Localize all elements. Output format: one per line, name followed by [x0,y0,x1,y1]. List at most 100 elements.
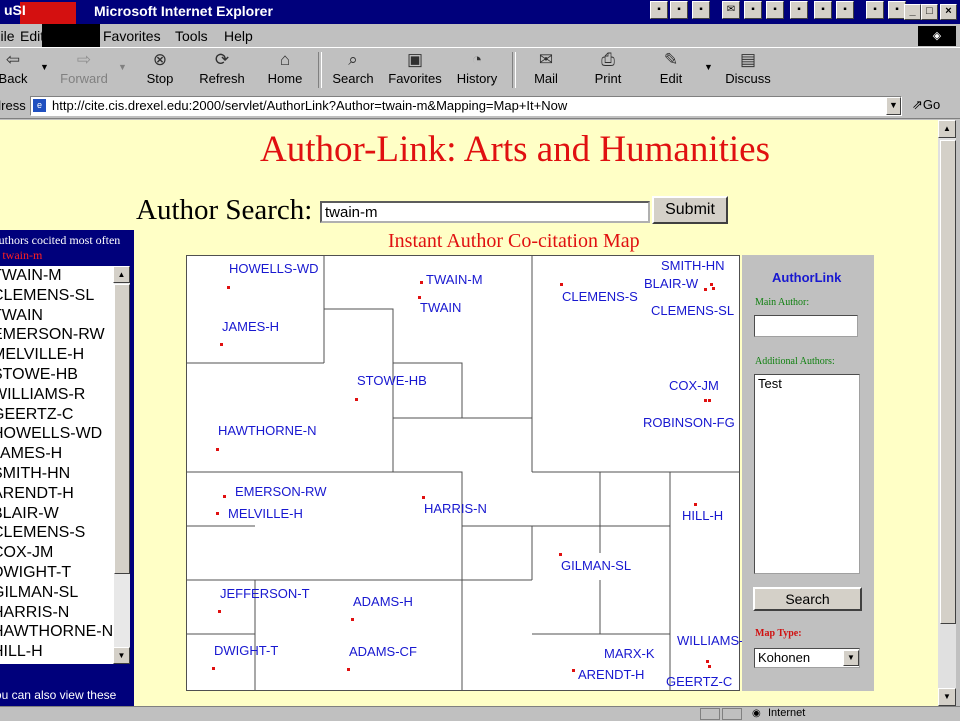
list-item[interactable]: TWAIN [0,306,114,326]
list-item[interactable]: TWAIN-M [0,266,114,286]
mail-tray-icon[interactable]: ✉ [722,1,740,19]
edit-button[interactable]: ✎ Edit [652,49,690,91]
map-node-label[interactable]: EMERSON-RW [235,484,326,499]
menu-help[interactable]: Help [224,28,253,44]
list-scroll-thumb[interactable] [114,284,130,574]
list-item[interactable]: BLAIR-W [0,504,114,524]
tray-icon[interactable]: ▪ [814,1,832,19]
print-button[interactable]: ⎙ Print [588,49,628,91]
maximize-button[interactable]: □ [921,4,938,20]
address-url[interactable]: http://cite.cis.drexel.edu:2000/servlet/… [52,98,567,113]
map-node-label[interactable]: BLAIR-W [644,276,698,291]
menu-edit[interactable]: Edit [20,28,44,44]
list-item[interactable]: HARRIS-N [0,603,114,623]
list-item[interactable]: DWIGHT-T [0,563,114,583]
additional-authors-textarea[interactable]: Test [754,374,860,574]
map-node-label[interactable]: SMITH-HN [661,258,725,273]
map-node-label[interactable]: DWIGHT-T [214,643,278,658]
search-button[interactable]: ⌕ Search [328,49,378,91]
list-item[interactable]: STOWE-HB [0,365,114,385]
stop-button[interactable]: ⊗ Stop [140,49,180,91]
address-dropdown-icon[interactable]: ▼ [886,97,901,115]
list-item[interactable]: EMERSON-RW [0,325,114,345]
forward-button[interactable]: ⇨ Forward [56,49,112,91]
list-item[interactable]: HILL-H [0,642,114,662]
map-node-label[interactable]: ADAMS-CF [349,644,417,659]
history-button[interactable]: ◔ History [452,49,502,91]
tray-icon[interactable]: ▪ [650,1,668,19]
home-button[interactable]: ⌂ Home [262,49,308,91]
page-scroll-thumb[interactable] [940,140,956,624]
minimize-button[interactable]: _ [904,4,921,20]
map-node-label[interactable]: ARENDT-H [578,667,644,682]
tray-icon[interactable]: ▪ [744,1,762,19]
map-node-label[interactable]: CLEMENS-SL [651,303,734,318]
submit-button[interactable]: Submit [652,196,728,224]
list-scroll-up-icon[interactable]: ▲ [113,266,130,283]
scroll-up-icon[interactable]: ▲ [938,120,956,138]
refresh-button[interactable]: ⟳ Refresh [196,49,248,91]
edit-dropdown-icon[interactable]: ▼ [704,62,713,72]
tray-icon[interactable]: ▪ [866,1,884,19]
list-item[interactable]: GEERTZ-C [0,405,114,425]
map-node-label[interactable]: CLEMENS-S [562,289,638,304]
close-button[interactable]: × [940,4,957,20]
mail-button[interactable]: ✉ Mail [526,49,566,91]
tray-icon[interactable]: ▪ [766,1,784,19]
list-item[interactable]: CLEMENS-SL [0,286,114,306]
map-node-label[interactable]: WILLIAMS- [677,633,743,648]
map-node-label[interactable]: JEFFERSON-T [220,586,310,601]
menu-view[interactable]: View [58,28,88,44]
tray-icon[interactable]: ▪ [670,1,688,19]
list-scroll-down-icon[interactable]: ▼ [113,647,130,664]
list-item[interactable]: WILLIAMS-R [0,385,114,405]
menu-tools[interactable]: Tools [175,28,208,44]
map-node-label[interactable]: MARX-K [604,646,655,661]
list-item[interactable]: HAWTHORNE-N [0,622,114,642]
map-node-label[interactable]: ROBINSON-FG [643,415,735,430]
search-button[interactable]: Search [753,587,862,611]
map-node-dot [708,665,711,668]
back-dropdown-icon[interactable]: ▼ [40,62,49,72]
discuss-button[interactable]: ▤ Discuss [720,49,776,91]
main-author-label: Main Author: [755,297,810,308]
chevron-down-icon[interactable]: ▼ [843,650,859,666]
list-item[interactable]: COX-JM [0,543,114,563]
tray-icon[interactable]: ▪ [692,1,710,19]
list-item[interactable]: HOWELLS-WD [0,424,114,444]
forward-dropdown-icon[interactable]: ▼ [118,62,127,72]
map-node-label[interactable]: HAWTHORNE-N [218,423,316,438]
map-node-label[interactable]: STOWE-HB [357,373,427,388]
list-item[interactable]: CLEMENS-S [0,523,114,543]
ie-logo-icon: ◈ [918,26,956,46]
list-item[interactable]: JAMES-H [0,444,114,464]
scroll-down-icon[interactable]: ▼ [938,688,956,706]
map-node-label[interactable]: MELVILLE-H [228,506,303,521]
back-button[interactable]: ⇦ Back [0,49,36,91]
main-author-input[interactable] [754,315,858,337]
cocited-author-list[interactable]: TWAIN-M CLEMENS-SL TWAIN EMERSON-RW MELV… [0,266,114,664]
map-node-label[interactable]: HARRIS-N [424,501,487,516]
author-search-input[interactable] [320,201,650,223]
map-node-label[interactable]: JAMES-H [222,319,279,334]
list-item[interactable]: ARENDT-H [0,484,114,504]
menu-favorites[interactable]: Favorites [103,28,161,44]
map-node-label[interactable]: COX-JM [669,378,719,393]
map-node-label[interactable]: ADAMS-H [353,594,413,609]
map-node-label[interactable]: GEERTZ-C [666,674,732,689]
map-node-label[interactable]: GILMAN-SL [561,558,631,573]
go-button[interactable]: ⇗Go [912,97,940,113]
menu-file[interactable]: File [0,28,15,44]
map-node-label[interactable]: HILL-H [682,508,723,523]
tray-icon[interactable]: ▪ [790,1,808,19]
map-node-dot [227,286,230,289]
favorites-button[interactable]: ▣ Favorites [384,49,446,91]
additional-authors-label: Additional Authors: [755,356,835,367]
map-node-label[interactable]: TWAIN-M [426,272,483,287]
list-item[interactable]: SMITH-HN [0,464,114,484]
map-node-label[interactable]: HOWELLS-WD [229,261,319,276]
list-item[interactable]: MELVILLE-H [0,345,114,365]
map-node-label[interactable]: TWAIN [420,300,461,315]
list-item[interactable]: GILMAN-SL [0,583,114,603]
tray-icon[interactable]: ▪ [836,1,854,19]
